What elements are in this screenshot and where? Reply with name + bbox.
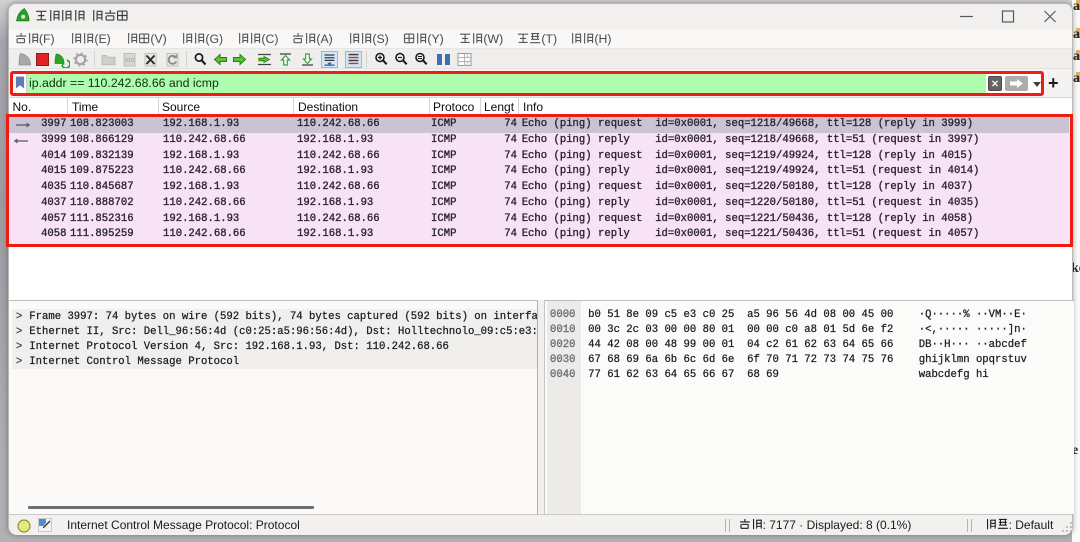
- svg-text:010: 010: [125, 58, 134, 64]
